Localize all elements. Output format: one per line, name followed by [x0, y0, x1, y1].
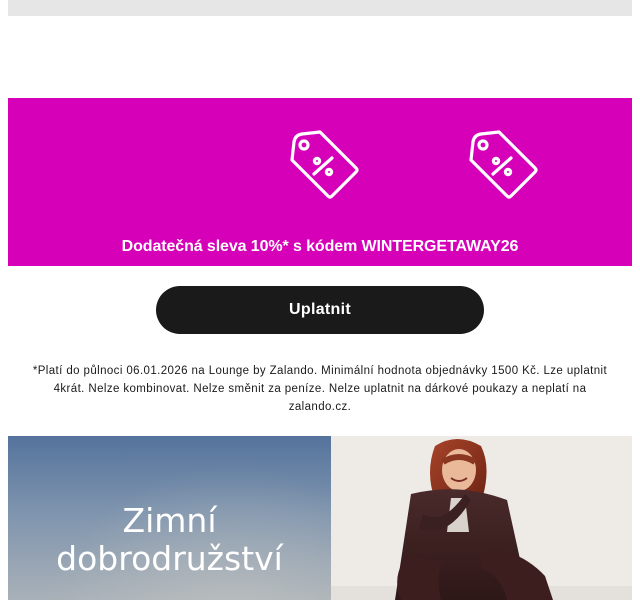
hero-title-line-1: Zimní	[122, 501, 217, 540]
model-photo	[331, 436, 632, 600]
apply-button[interactable]: Uplatnit	[156, 286, 484, 334]
promo-code-text: Dodatečná sleva 10%* s kódem WINTERGETAW…	[121, 238, 519, 255]
percent-tag-icon	[290, 130, 359, 199]
hero-title-line-2: dobrodružství	[56, 539, 283, 578]
promo-banner[interactable]: Dodatečná sleva 10%* s kódem WINTERGETAW…	[8, 98, 632, 266]
hero-title: Zimní dobrodružství	[8, 502, 331, 578]
disclaimer-text: *Platí do půlnoci 06.01.2026 na Lounge b…	[32, 365, 608, 413]
hero-banner[interactable]: Zimní dobrodružství	[8, 436, 632, 600]
email-page: Dodatečná sleva 10%* s kódem WINTERGETAW…	[0, 0, 640, 600]
hero-photo-panel	[331, 436, 632, 600]
top-divider-bar	[8, 0, 632, 16]
percent-tag-icon	[469, 130, 538, 199]
